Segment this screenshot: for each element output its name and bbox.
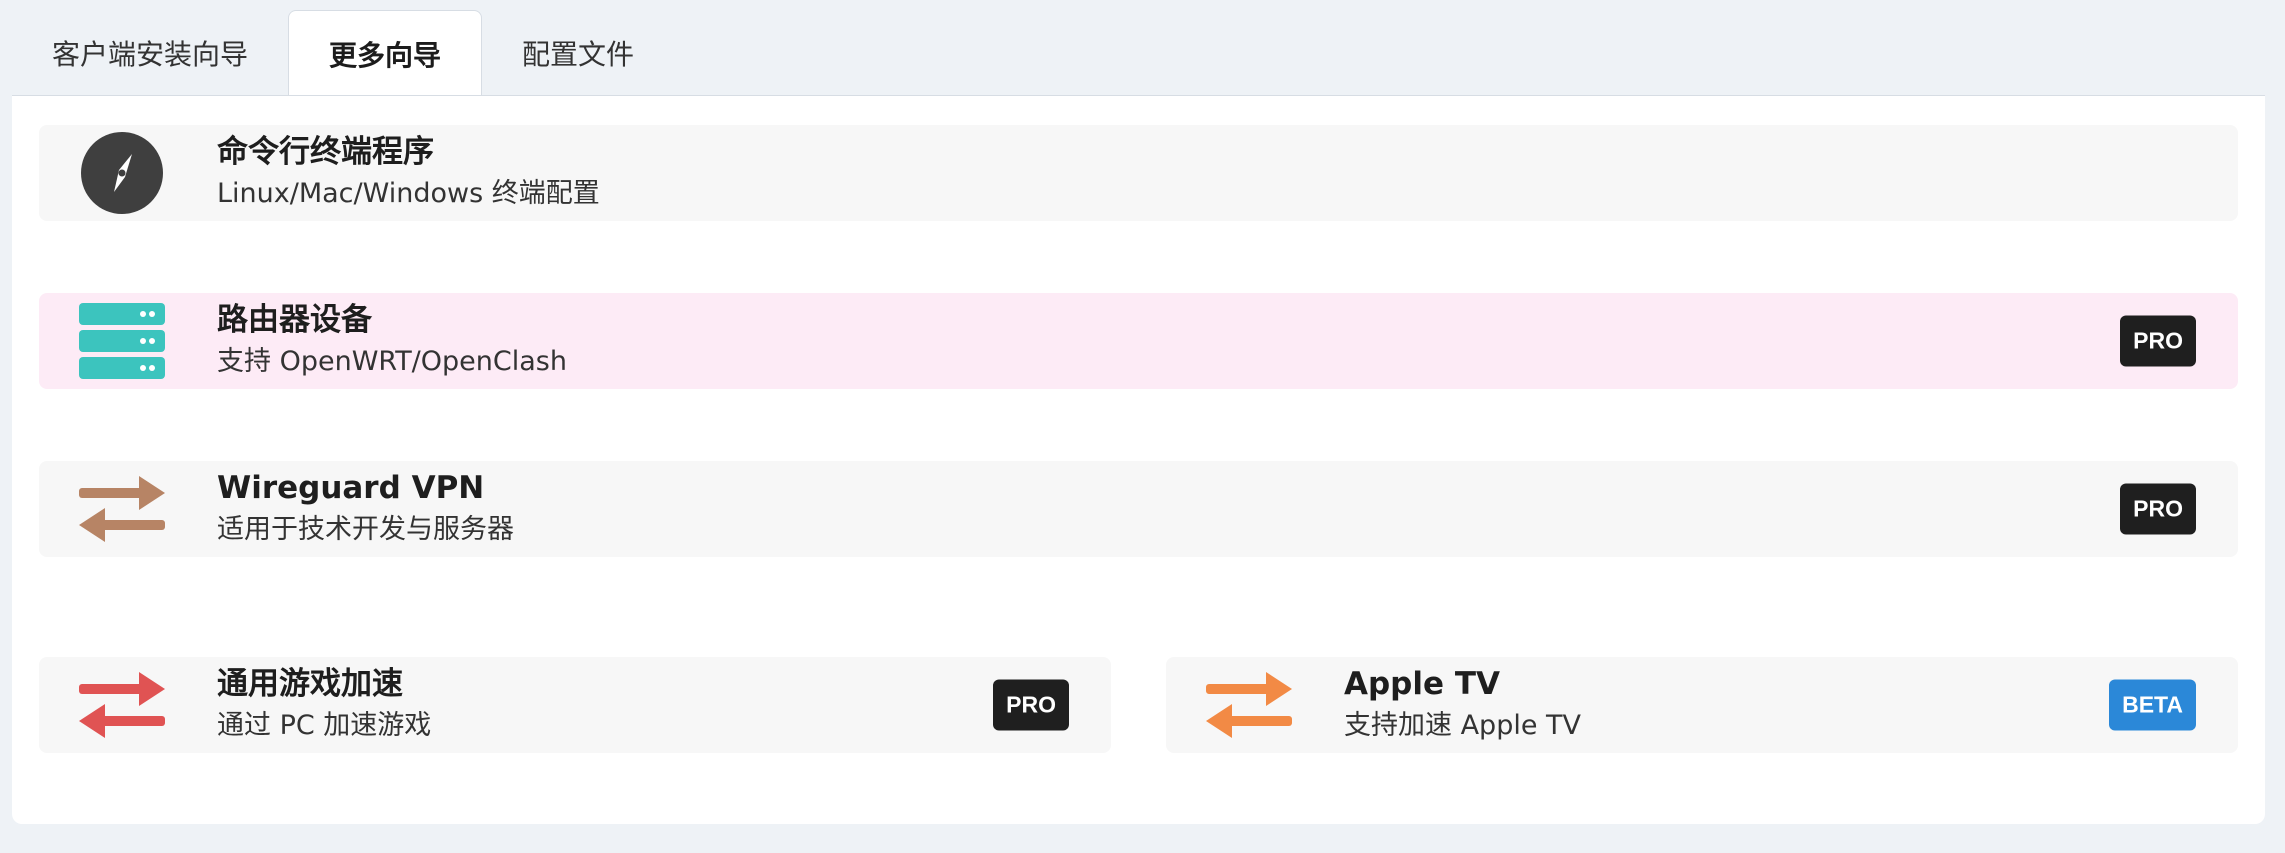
card-apple-tv[interactable]: Apple TV 支持加速 Apple TV BETA	[1166, 657, 2238, 753]
guides-panel: 命令行终端程序 Linux/Mac/Windows 终端配置 路由器设备 支持 …	[12, 95, 2265, 824]
card-title: 路由器设备	[217, 302, 372, 338]
compass-icon	[79, 130, 165, 216]
card-subtitle: Linux/Mac/Windows 终端配置	[217, 178, 600, 209]
swap-arrows-icon	[79, 662, 165, 748]
tab-bar: 客户端安装向导 更多向导 配置文件	[12, 10, 674, 97]
card-title: 命令行终端程序	[217, 134, 434, 170]
card-text: 命令行终端程序 Linux/Mac/Windows 终端配置	[217, 132, 600, 214]
beta-badge: BETA	[2109, 679, 2196, 731]
card-text: Apple TV 支持加速 Apple TV	[1344, 664, 1581, 746]
card-router[interactable]: 路由器设备 支持 OpenWRT/OpenClash PRO	[39, 293, 2238, 389]
card-subtitle: 支持加速 Apple TV	[1344, 710, 1581, 741]
pro-badge: PRO	[2120, 315, 2196, 367]
server-icon	[79, 298, 165, 384]
pro-badge: PRO	[2120, 483, 2196, 535]
card-text: Wireguard VPN 适用于技术开发与服务器	[217, 468, 514, 550]
pro-badge: PRO	[993, 679, 1069, 731]
card-subtitle: 通过 PC 加速游戏	[217, 710, 432, 741]
card-title: Wireguard VPN	[217, 470, 485, 506]
card-command-line[interactable]: 命令行终端程序 Linux/Mac/Windows 终端配置	[39, 125, 2238, 221]
card-wireguard[interactable]: Wireguard VPN 适用于技术开发与服务器 PRO	[39, 461, 2238, 557]
tab-client-install-guide[interactable]: 客户端安装向导	[12, 10, 288, 96]
swap-arrows-icon	[79, 466, 165, 552]
card-subtitle: 支持 OpenWRT/OpenClash	[217, 346, 567, 377]
card-title: Apple TV	[1344, 666, 1500, 702]
card-text: 路由器设备 支持 OpenWRT/OpenClash	[217, 300, 567, 382]
card-game-acceleration[interactable]: 通用游戏加速 通过 PC 加速游戏 PRO	[39, 657, 1111, 753]
swap-arrows-icon	[1206, 662, 1292, 748]
card-subtitle: 适用于技术开发与服务器	[217, 514, 514, 545]
page: 客户端安装向导 更多向导 配置文件 命令行终端程序 Linux/Mac/Wind…	[0, 0, 2285, 853]
card-title: 通用游戏加速	[217, 666, 403, 702]
tab-config-files[interactable]: 配置文件	[482, 10, 674, 96]
tab-more-guides[interactable]: 更多向导	[288, 10, 483, 97]
card-text: 通用游戏加速 通过 PC 加速游戏	[217, 664, 431, 746]
